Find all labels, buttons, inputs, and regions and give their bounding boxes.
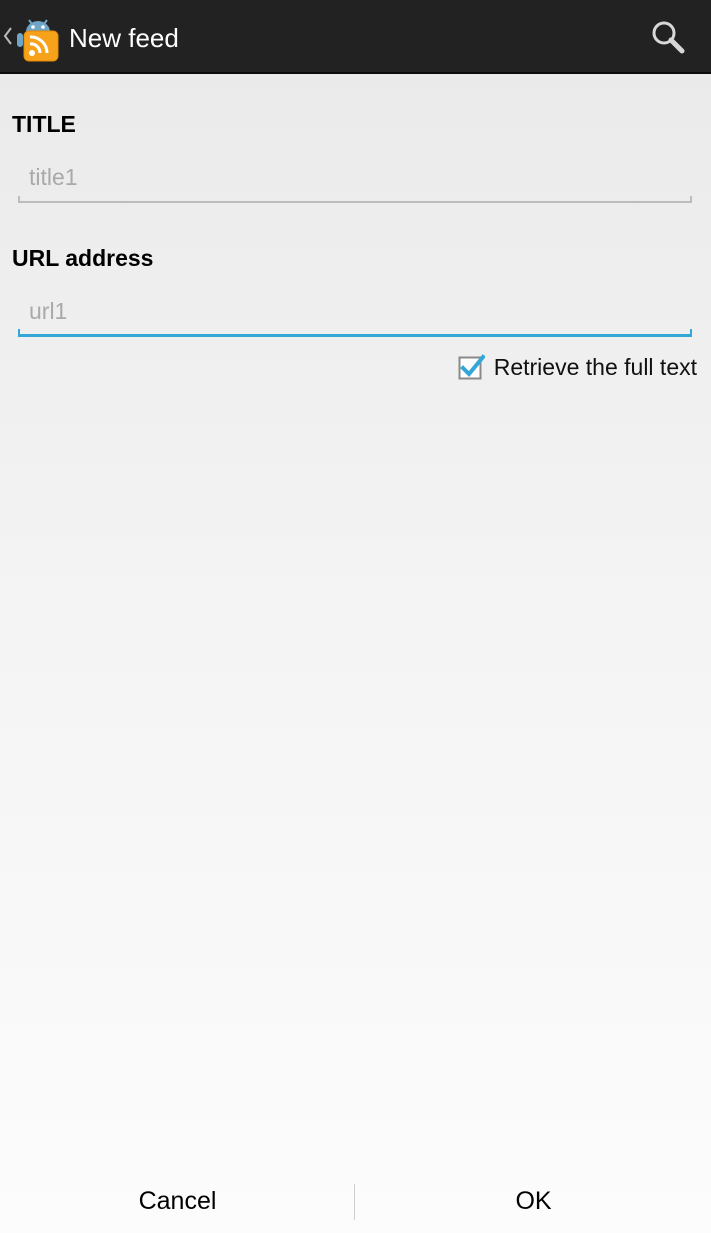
url-input[interactable]	[18, 291, 692, 331]
android-rss-app-icon[interactable]	[14, 12, 64, 62]
action-bar: New feed	[0, 0, 711, 74]
search-icon	[652, 21, 685, 54]
url-field[interactable]	[18, 291, 692, 337]
title-input[interactable]	[18, 157, 692, 197]
full-text-checkbox-row[interactable]: Retrieve the full text	[458, 351, 697, 383]
chevron-left-icon[interactable]	[3, 24, 13, 48]
title-underline	[18, 196, 692, 203]
dialog-button-bar: Cancel OK	[0, 1170, 711, 1233]
url-underline	[18, 329, 692, 337]
title-label: TITLE	[12, 111, 76, 137]
checkmark-icon	[458, 353, 486, 379]
page-title: New feed	[69, 23, 179, 53]
title-field[interactable]	[18, 157, 692, 203]
full-text-checkbox-label: Retrieve the full text	[493, 353, 697, 380]
cancel-button[interactable]: Cancel	[0, 1170, 355, 1233]
full-text-checkbox[interactable]	[458, 353, 486, 381]
ok-button[interactable]: OK	[356, 1170, 711, 1233]
url-label: URL address	[12, 245, 154, 271]
button-divider	[354, 1184, 355, 1220]
search-button[interactable]	[644, 14, 694, 60]
